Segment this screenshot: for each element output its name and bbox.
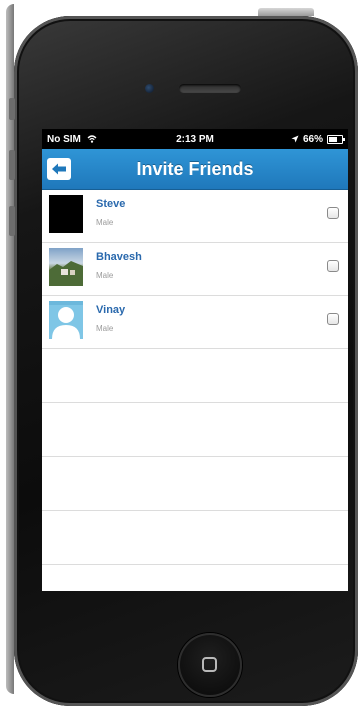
back-button[interactable] bbox=[47, 158, 71, 180]
friend-name: Vinay bbox=[96, 304, 126, 316]
battery-icon bbox=[327, 134, 345, 144]
carrier-label: No SIM bbox=[47, 133, 81, 145]
landscape-photo-icon bbox=[49, 261, 83, 286]
back-arrow-icon bbox=[52, 163, 66, 175]
front-camera bbox=[145, 84, 154, 93]
invite-checkbox[interactable] bbox=[327, 207, 339, 219]
empty-row bbox=[42, 457, 348, 511]
location-arrow-icon bbox=[291, 135, 299, 143]
empty-row bbox=[42, 511, 348, 565]
avatar bbox=[49, 248, 83, 286]
earpiece-speaker bbox=[179, 84, 241, 93]
default-person-icon bbox=[49, 301, 83, 339]
power-button bbox=[258, 8, 314, 16]
list-item[interactable]: Bhavesh Male bbox=[42, 243, 348, 296]
home-square-icon bbox=[202, 657, 217, 672]
avatar bbox=[49, 195, 83, 233]
invite-checkbox[interactable] bbox=[327, 313, 339, 325]
list-item[interactable]: Vinay Male bbox=[42, 296, 348, 349]
page-title: Invite Friends bbox=[136, 158, 254, 179]
volume-down-button bbox=[9, 206, 15, 236]
list-item[interactable]: Steve Male bbox=[42, 190, 348, 243]
volume-up-button bbox=[9, 150, 15, 180]
wifi-icon bbox=[87, 135, 97, 143]
navigation-bar: Invite Friends bbox=[42, 149, 348, 190]
status-bar: No SIM 2:13 PM 66% bbox=[42, 129, 348, 149]
invite-checkbox[interactable] bbox=[327, 260, 339, 272]
friend-gender: Male bbox=[96, 324, 114, 333]
empty-row bbox=[42, 349, 348, 403]
home-button[interactable] bbox=[178, 633, 242, 697]
battery-percent: 66% bbox=[302, 133, 323, 145]
phone-screen: No SIM 2:13 PM 66% Invite Friends Steve … bbox=[42, 129, 348, 591]
friend-name: Bhavesh bbox=[96, 251, 142, 263]
friends-list: Steve Male Bhavesh Male Vinay Male bbox=[42, 190, 348, 565]
avatar bbox=[49, 301, 83, 339]
mute-switch bbox=[9, 98, 15, 120]
friend-gender: Male bbox=[96, 271, 114, 280]
empty-row bbox=[42, 403, 348, 457]
friend-name: Steve bbox=[96, 198, 126, 210]
friend-gender: Male bbox=[96, 218, 114, 227]
